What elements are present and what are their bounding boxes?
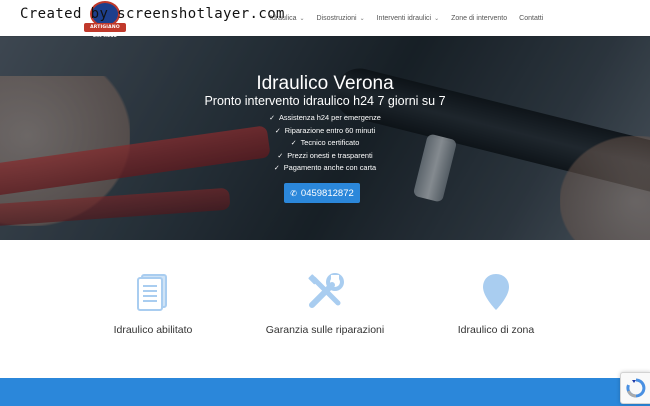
map-pin-icon xyxy=(483,274,509,310)
main-nav: Idraulica ⌄ Disostruzioni ⌄ Interventi i… xyxy=(270,0,555,36)
recaptcha-badge[interactable] xyxy=(620,372,650,404)
nav-item-interventi-idraulici[interactable]: Interventi idraulici ⌄ xyxy=(377,15,440,22)
services-section: Idraulico abilitato Garanzia sulle ripar… xyxy=(0,240,650,378)
service-label: Garanzia sulle riparazioni xyxy=(265,324,385,336)
call-phone-button[interactable]: ✆ 0459812872 xyxy=(284,183,360,203)
nav-item-zone-di-intervento[interactable]: Zone di intervento xyxy=(451,15,507,22)
check-icon: ✓ xyxy=(277,152,284,160)
watermark: Created by screenshotlayer.com xyxy=(20,6,285,22)
phone-number: 0459812872 xyxy=(300,187,354,199)
chevron-down-icon: ⌄ xyxy=(299,15,305,22)
tools-icon xyxy=(308,273,344,308)
chevron-down-icon: ⌄ xyxy=(434,15,440,22)
feature-text: Riparazione entro 60 minuti xyxy=(284,125,376,135)
check-icon: ✓ xyxy=(274,127,281,135)
document-icon xyxy=(137,274,167,311)
feature-item: ✓ Pagamento anche con carta xyxy=(0,162,650,175)
feature-item: ✓ Prezzi onesti e trasparenti xyxy=(0,150,650,163)
check-icon: ✓ xyxy=(290,140,297,148)
nav-item-disostruzioni[interactable]: Disostruzioni ⌄ xyxy=(317,15,365,22)
check-icon: ✓ xyxy=(273,165,280,173)
logo-banner: ARTIGIANO EXPRESS xyxy=(84,23,126,39)
chevron-down-icon: ⌄ xyxy=(359,15,365,22)
hero-title: Idraulico Verona xyxy=(256,73,394,94)
nav-item-label: Contatti xyxy=(519,14,544,22)
feature-list: ✓ Assistenza h24 per emergenze ✓ Riparazio… xyxy=(0,112,650,175)
feature-text: Assistenza h24 per emergenze xyxy=(278,113,381,122)
nav-item-label: Disostruzioni xyxy=(316,14,357,22)
recaptcha-icon xyxy=(626,378,646,398)
feature-item: ✓ Tecnico certificato xyxy=(0,137,650,150)
service-label: Idraulico abilitato xyxy=(113,324,193,336)
nav-item-contatti[interactable]: Contatti xyxy=(519,15,543,22)
nav-item-label: Zone di intervento xyxy=(451,14,508,22)
feature-item: ✓ Riparazione entro 60 minuti xyxy=(0,125,650,138)
hero-subtitle: Pronto intervento idraulico h24 7 giorni… xyxy=(204,94,446,108)
feature-text: Tecnico certificato xyxy=(300,138,360,148)
footer-cta-band xyxy=(0,378,650,406)
feature-text: Pagamento anche con carta xyxy=(283,163,377,173)
nav-item-label: Interventi idraulici xyxy=(376,14,432,22)
phone-icon: ✆ xyxy=(290,188,297,198)
feature-text: Prezzi onesti e trasparenti xyxy=(287,150,373,160)
feature-item: ✓ Assistenza h24 per emergenze xyxy=(0,112,650,125)
service-label: Idraulico di zona xyxy=(457,324,535,336)
check-icon: ✓ xyxy=(269,115,275,122)
